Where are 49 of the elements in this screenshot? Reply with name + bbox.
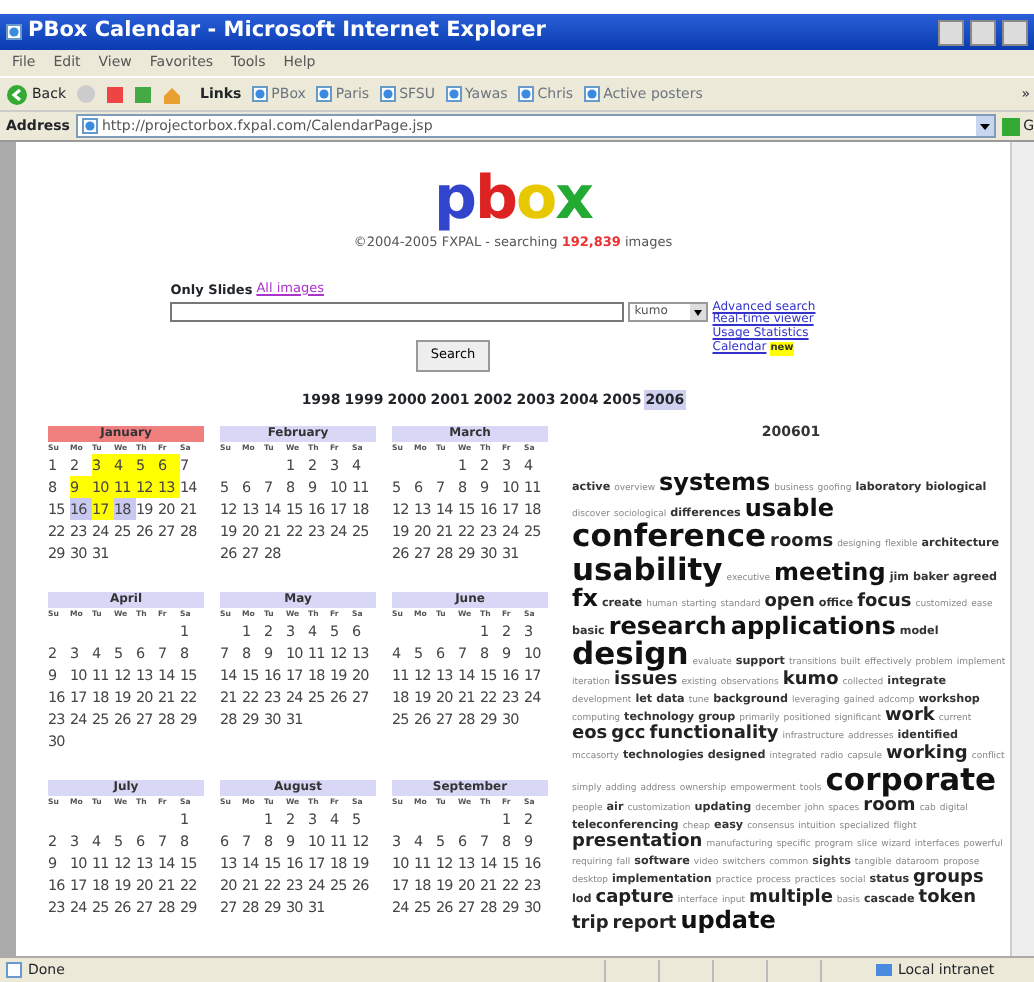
tag-link[interactable]: applications (730, 613, 896, 639)
tag-link[interactable]: groups (913, 870, 984, 890)
tag-link[interactable]: design (572, 638, 689, 672)
search-field[interactable] (170, 301, 625, 321)
tag-link[interactable]: systems (659, 469, 771, 495)
tag-link[interactable]: capture (595, 889, 674, 909)
page-icon (81, 118, 98, 134)
tag-link[interactable]: work (884, 708, 935, 727)
tag-link[interactable]: fx (572, 586, 598, 612)
close-button[interactable] (1002, 19, 1028, 45)
tag-link[interactable]: presentation (572, 833, 703, 853)
page-icon (379, 86, 396, 102)
tag-link[interactable]: gcc (611, 726, 646, 746)
tag-link[interactable]: corporate (825, 764, 996, 798)
dropdown-icon (690, 303, 707, 319)
page-icon (6, 962, 22, 978)
page-icon (517, 86, 534, 102)
tag-link[interactable]: meeting (774, 559, 886, 586)
stop-icon[interactable] (106, 85, 124, 103)
window-title: PBox Calendar - Microsoft Internet Explorer (28, 16, 548, 47)
minimize-button[interactable] (938, 19, 964, 45)
tag-link[interactable]: room (863, 797, 916, 817)
tag-link[interactable]: update (680, 908, 776, 934)
tag-link[interactable]: multiple (749, 889, 833, 909)
tag-link[interactable]: usable (744, 495, 834, 521)
tag-link[interactable]: trip (572, 916, 609, 936)
back-arrow-icon (6, 83, 28, 105)
maximize-button[interactable] (970, 19, 996, 45)
tag-link[interactable]: kumo (782, 671, 839, 691)
tag-link[interactable]: eos (572, 726, 608, 746)
page-icon (315, 86, 332, 102)
tag-link[interactable]: functionality (649, 726, 779, 746)
tag-link[interactable]: conference (572, 520, 767, 554)
tag-link[interactable]: working (886, 745, 968, 765)
tag-link[interactable]: focus (857, 594, 912, 614)
dropdown-icon[interactable] (975, 116, 994, 136)
tag-link[interactable]: report (612, 916, 677, 936)
page-icon (445, 86, 461, 102)
tag-link[interactable]: usability (572, 553, 723, 587)
page-icon (6, 24, 22, 40)
tag-link[interactable]: issues (614, 671, 678, 691)
tag-link[interactable]: open (764, 594, 815, 614)
tag-link[interactable]: research (608, 613, 727, 639)
scroll-bar[interactable] (1010, 142, 1034, 956)
tag-link[interactable]: rooms (770, 534, 834, 554)
logo: pbox (434, 170, 592, 230)
page-icon (583, 86, 600, 102)
page-icon (251, 86, 268, 102)
tag-link[interactable]: token (918, 889, 977, 909)
